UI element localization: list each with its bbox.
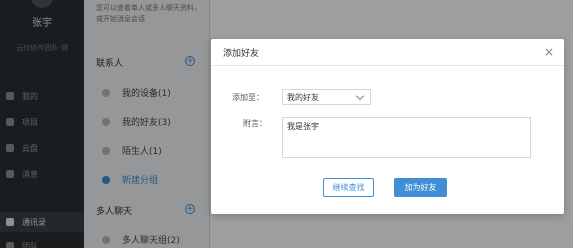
close-icon[interactable]: × <box>544 45 554 59</box>
dialog-header: 添加好友 × <box>211 39 564 66</box>
group-select[interactable]: 我的好友 <box>282 89 371 105</box>
continue-search-button[interactable]: 继续查找 <box>323 178 374 197</box>
note-textarea[interactable]: 我是张宇 <box>282 117 531 158</box>
add-to-label: 添加至： <box>232 93 264 102</box>
group-select-value: 我的好友 <box>287 92 319 102</box>
chevron-down-icon <box>355 91 365 100</box>
note-label: 附言： <box>243 119 267 128</box>
dialog-title: 添加好友 <box>223 48 260 59</box>
add-friend-dialog: 添加好友 × 添加至： 我的好友 附言： 我是张宇 继续查找 加为好友 <box>211 39 564 214</box>
add-friend-button[interactable]: 加为好友 <box>394 178 447 197</box>
